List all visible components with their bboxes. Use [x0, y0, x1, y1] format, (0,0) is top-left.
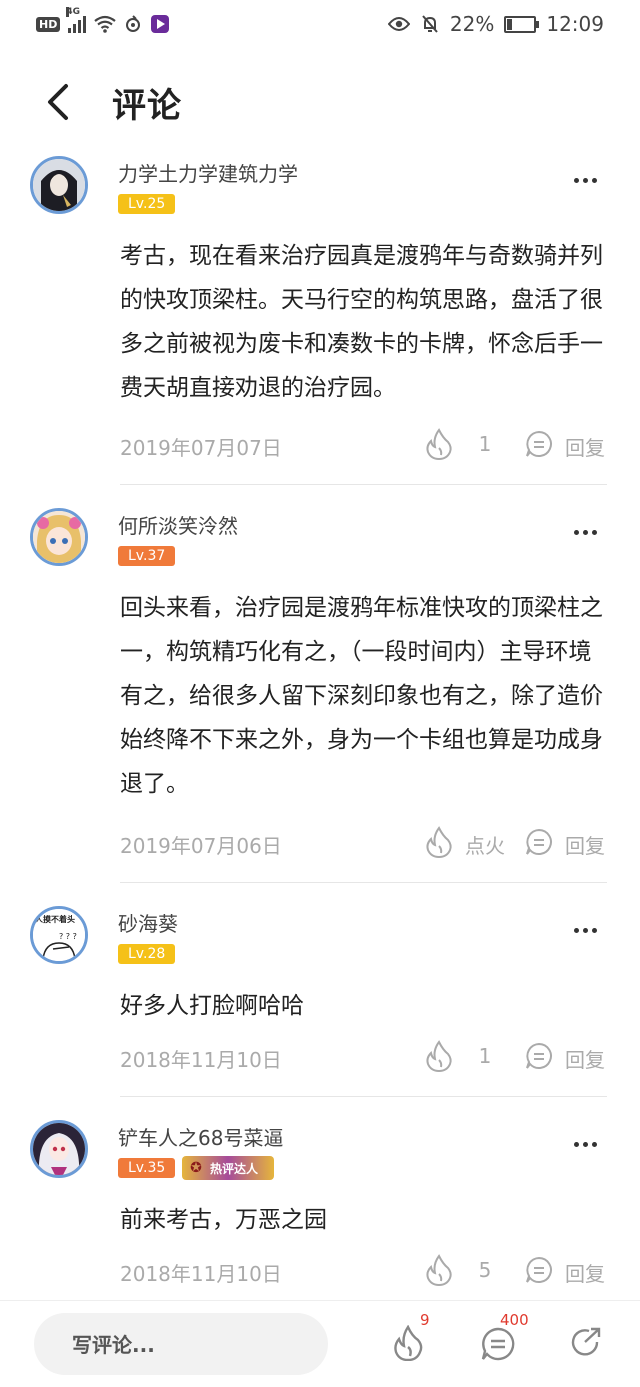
comment-text: 回头来看，治疗园是渡鸦年标准快攻的顶梁柱之一，构筑精巧化有之，（一段时间内）主导… [120, 595, 603, 797]
app-notification-icon [151, 15, 170, 33]
level-badge: Lv.37 [118, 546, 176, 566]
svg-text:? ? ?: ? ? ? [59, 932, 77, 941]
more-options-icon[interactable] [570, 920, 600, 940]
medal-label: 热评达人 [210, 1161, 259, 1176]
reply-icon[interactable] [525, 1042, 553, 1070]
level-badge: Lv.25 [118, 194, 176, 214]
comment-date: 2019年07月07日 [120, 436, 282, 460]
back-arrow-icon[interactable] [38, 80, 82, 124]
battery-percent: 22% [449, 12, 495, 36]
sync-icon [126, 15, 141, 32]
comment-input[interactable]: 写评论... [34, 1313, 328, 1375]
header: 评论 [0, 62, 640, 142]
divider [120, 882, 607, 883]
divider [120, 484, 607, 485]
fire-icon[interactable] [424, 428, 454, 460]
reply-button[interactable]: 回复 [565, 1258, 605, 1287]
fire-icon[interactable] [424, 1040, 454, 1072]
comment-text: 前来考古，万恶之园 [120, 1207, 327, 1233]
fire-icon[interactable] [424, 1254, 454, 1286]
level-badge: Lv.28 [118, 944, 176, 964]
page-title: 评论 [112, 86, 182, 126]
username[interactable]: 何所淡笑泠然 [118, 510, 238, 539]
comment-date: 2019年07月06日 [120, 834, 282, 858]
comment-date: 2018年11月10日 [120, 1262, 282, 1286]
reply-button[interactable]: 回复 [565, 1044, 605, 1073]
comment-input-placeholder: 写评论... [72, 1333, 155, 1357]
bottom-bar: 写评论... 9 400 [0, 1300, 640, 1387]
avatar[interactable]: 人摸不着头 ? ? ? [30, 906, 88, 964]
fire-icon[interactable] [424, 826, 454, 858]
comment-meta: 2018年11月10日 5 回复 [120, 1254, 607, 1288]
more-options-icon[interactable] [570, 522, 600, 542]
cell-signal-icon: 4G [66, 7, 87, 33]
medal-icon: ✪ [190, 1160, 202, 1176]
status-bar: HD 4G 22% 12:09 [0, 0, 640, 48]
comment-meta: 2018年11月10日 1 回复 [120, 1040, 607, 1074]
fire-count: 1 [478, 1044, 492, 1068]
fire-count[interactable]: 点火 [460, 830, 510, 859]
avatar[interactable] [30, 508, 88, 566]
level-badge: Lv.35 [118, 1158, 176, 1178]
avatar-caption: 人摸不着头 [35, 914, 75, 924]
comment-icon[interactable] [481, 1327, 515, 1361]
username[interactable]: 砂海葵 [118, 908, 178, 937]
hot-commenter-medal: ✪ 热评达人 [182, 1156, 274, 1180]
fire-icon[interactable] [392, 1325, 424, 1361]
eye-icon [387, 17, 410, 31]
reply-icon[interactable] [525, 430, 553, 458]
avatar[interactable] [30, 156, 88, 214]
hd-icon: HD [36, 16, 61, 32]
fire-count: 5 [478, 1258, 492, 1282]
clock: 12:09 [546, 12, 604, 36]
avatar[interactable] [30, 1120, 88, 1178]
comment-meta: 2019年07月07日 1 回复 [120, 428, 607, 462]
comment-text: 考古，现在看来治疗园真是渡鸦年与奇数骑并列的快攻顶梁柱。天马行空的构筑思路，盘活… [120, 243, 603, 401]
divider [120, 1096, 607, 1097]
comment-count-badge: 400 [500, 1311, 529, 1329]
battery-icon [504, 15, 540, 33]
mute-bell-icon [422, 15, 438, 33]
comment-date: 2018年11月10日 [120, 1048, 282, 1072]
username[interactable]: 力学土力学建筑力学 [118, 158, 298, 187]
reply-icon[interactable] [525, 828, 553, 856]
reply-button[interactable]: 回复 [565, 830, 605, 859]
comment-text: 好多人打脸啊哈哈 [120, 993, 304, 1019]
comment-meta: 2019年07月06日 点火 回复 [120, 826, 607, 860]
reply-icon[interactable] [525, 1256, 553, 1284]
fire-count: 1 [478, 432, 492, 456]
fire-count-badge: 9 [420, 1311, 430, 1329]
username[interactable]: 铲车人之68号菜逼 [118, 1122, 283, 1151]
more-options-icon[interactable] [570, 170, 600, 190]
wifi-icon [94, 15, 117, 33]
more-options-icon[interactable] [570, 1134, 600, 1154]
share-icon[interactable] [569, 1326, 603, 1360]
reply-button[interactable]: 回复 [565, 432, 605, 461]
